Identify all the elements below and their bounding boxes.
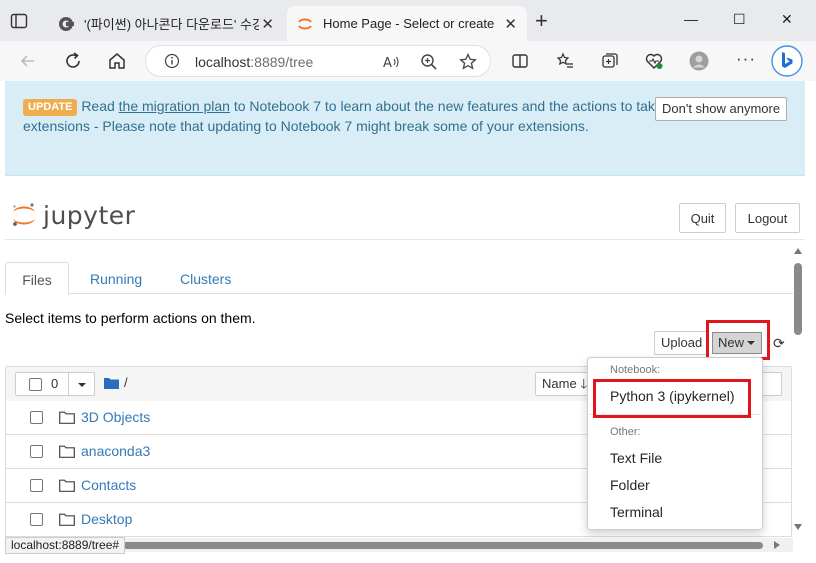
horizontal-scroll-thumb[interactable] xyxy=(123,542,763,549)
row-checkbox[interactable] xyxy=(30,445,43,458)
file-name-link[interactable]: Desktop xyxy=(81,511,132,527)
jupyter-logo-text[interactable]: jupyter xyxy=(43,201,135,230)
row-checkbox[interactable] xyxy=(30,411,43,424)
tab-close-icon[interactable]: ✕ xyxy=(261,15,274,33)
jupyter-logo-icon[interactable] xyxy=(11,202,37,228)
favorite-star-icon[interactable] xyxy=(458,52,478,72)
refresh-list-icon[interactable]: ⟳ xyxy=(773,335,785,352)
menu-item-text-file[interactable]: Text File xyxy=(610,450,662,466)
jupyter-page: UPDATE Read the migration plan to Notebo… xyxy=(0,81,816,563)
selected-count: 0 xyxy=(51,376,59,391)
browser-essentials-icon[interactable] xyxy=(644,51,664,71)
quit-button[interactable]: Quit xyxy=(679,203,726,233)
tab-title: Home Page - Select or create a n xyxy=(323,16,498,31)
new-tab-button[interactable]: + xyxy=(535,10,548,32)
jupyter-favicon-icon xyxy=(298,18,312,29)
read-aloud-icon[interactable]: A xyxy=(381,52,401,72)
select-menu-toggle[interactable] xyxy=(68,373,95,395)
tab-files[interactable]: Files xyxy=(5,262,69,295)
logout-button[interactable]: Logout xyxy=(735,203,800,233)
tab-actions-icon[interactable] xyxy=(10,12,28,30)
favorites-list-icon[interactable] xyxy=(555,51,575,71)
settings-more-icon[interactable]: ··· xyxy=(736,49,756,69)
home-icon[interactable] xyxy=(107,51,127,71)
site-favicon-icon xyxy=(59,16,74,31)
update-badge: UPDATE xyxy=(23,99,78,116)
browser-tab-jupyter[interactable]: Home Page - Select or create a n ✕ xyxy=(287,6,527,41)
jupyter-header: jupyter Quit Logout xyxy=(5,176,805,240)
selection-hint: Select items to perform actions on them. xyxy=(5,310,256,326)
migration-banner: UPDATE Read the migration plan to Notebo… xyxy=(5,81,805,176)
svg-text:A: A xyxy=(383,56,392,71)
breadcrumb-path[interactable]: / xyxy=(124,375,128,390)
minimize-icon[interactable]: — xyxy=(684,11,698,27)
row-checkbox[interactable] xyxy=(30,513,43,526)
file-name-link[interactable]: Contacts xyxy=(81,477,136,493)
caret-down-icon xyxy=(78,383,86,387)
dont-show-anymore-button[interactable]: Don't show anymore xyxy=(655,97,788,121)
scroll-down-icon[interactable] xyxy=(794,523,802,531)
maximize-icon[interactable]: ☐ xyxy=(733,11,746,28)
tab-close-icon[interactable]: ✕ xyxy=(504,15,517,33)
folder-icon xyxy=(59,445,75,458)
scroll-right-icon[interactable] xyxy=(773,541,781,549)
menu-item-folder[interactable]: Folder xyxy=(610,477,650,493)
vertical-scroll-thumb[interactable] xyxy=(794,263,802,335)
url-text: localhost:8889/tree xyxy=(195,54,314,70)
profile-avatar-icon[interactable] xyxy=(689,51,709,71)
home-folder-icon[interactable] xyxy=(104,377,119,389)
menu-item-terminal[interactable]: Terminal xyxy=(610,504,663,520)
address-bar[interactable]: localhost:8889/tree A xyxy=(145,45,491,77)
file-name-link[interactable]: anaconda3 xyxy=(81,443,150,459)
refresh-icon[interactable] xyxy=(63,51,83,71)
bing-copilot-icon[interactable] xyxy=(771,45,803,77)
file-name-link[interactable]: 3D Objects xyxy=(81,409,150,425)
folder-icon xyxy=(59,411,75,424)
browser-tab-bar: '(파이썬) 아나콘다 다운로드' 수강 ✕ Home Page - Selec… xyxy=(0,0,816,41)
sort-by-name-button[interactable]: Name 🡓 xyxy=(535,372,595,396)
site-info-icon[interactable] xyxy=(164,53,180,69)
browser-toolbar: localhost:8889/tree A ··· xyxy=(0,41,816,81)
split-screen-icon[interactable] xyxy=(510,51,530,71)
browser-tab-course[interactable]: '(파이썬) 아나콘다 다운로드' 수강 ✕ xyxy=(48,6,284,41)
upload-button[interactable]: Upload xyxy=(654,331,710,355)
menu-header-notebook: Notebook: xyxy=(610,364,661,376)
tab-title: '(파이썬) 아나콘다 다운로드' 수강 xyxy=(84,17,259,32)
new-button-highlight xyxy=(706,320,770,360)
tab-clusters[interactable]: Clusters xyxy=(180,262,231,294)
collections-icon[interactable] xyxy=(600,51,620,71)
zoom-icon[interactable] xyxy=(419,52,439,72)
tab-running[interactable]: Running xyxy=(90,262,142,294)
select-all-group[interactable]: 0 xyxy=(15,372,95,396)
name-label: Name xyxy=(542,376,577,391)
folder-icon xyxy=(59,479,75,492)
select-all-checkbox[interactable] xyxy=(29,378,42,391)
status-url-bubble: localhost:8889/tree# xyxy=(5,537,126,554)
menu-header-other: Other: xyxy=(610,426,641,438)
folder-icon xyxy=(59,513,75,526)
file-tabs: Files Running Clusters xyxy=(5,262,793,295)
migration-plan-link[interactable]: the migration plan xyxy=(119,98,230,114)
back-icon[interactable] xyxy=(18,51,38,71)
vertical-scrollbar[interactable] xyxy=(792,245,804,535)
banner-text-before: Read xyxy=(81,98,119,114)
scroll-up-icon[interactable] xyxy=(794,247,802,255)
row-checkbox[interactable] xyxy=(30,479,43,492)
window-close-icon[interactable]: ✕ xyxy=(781,11,793,28)
python-kernel-highlight xyxy=(593,379,751,418)
